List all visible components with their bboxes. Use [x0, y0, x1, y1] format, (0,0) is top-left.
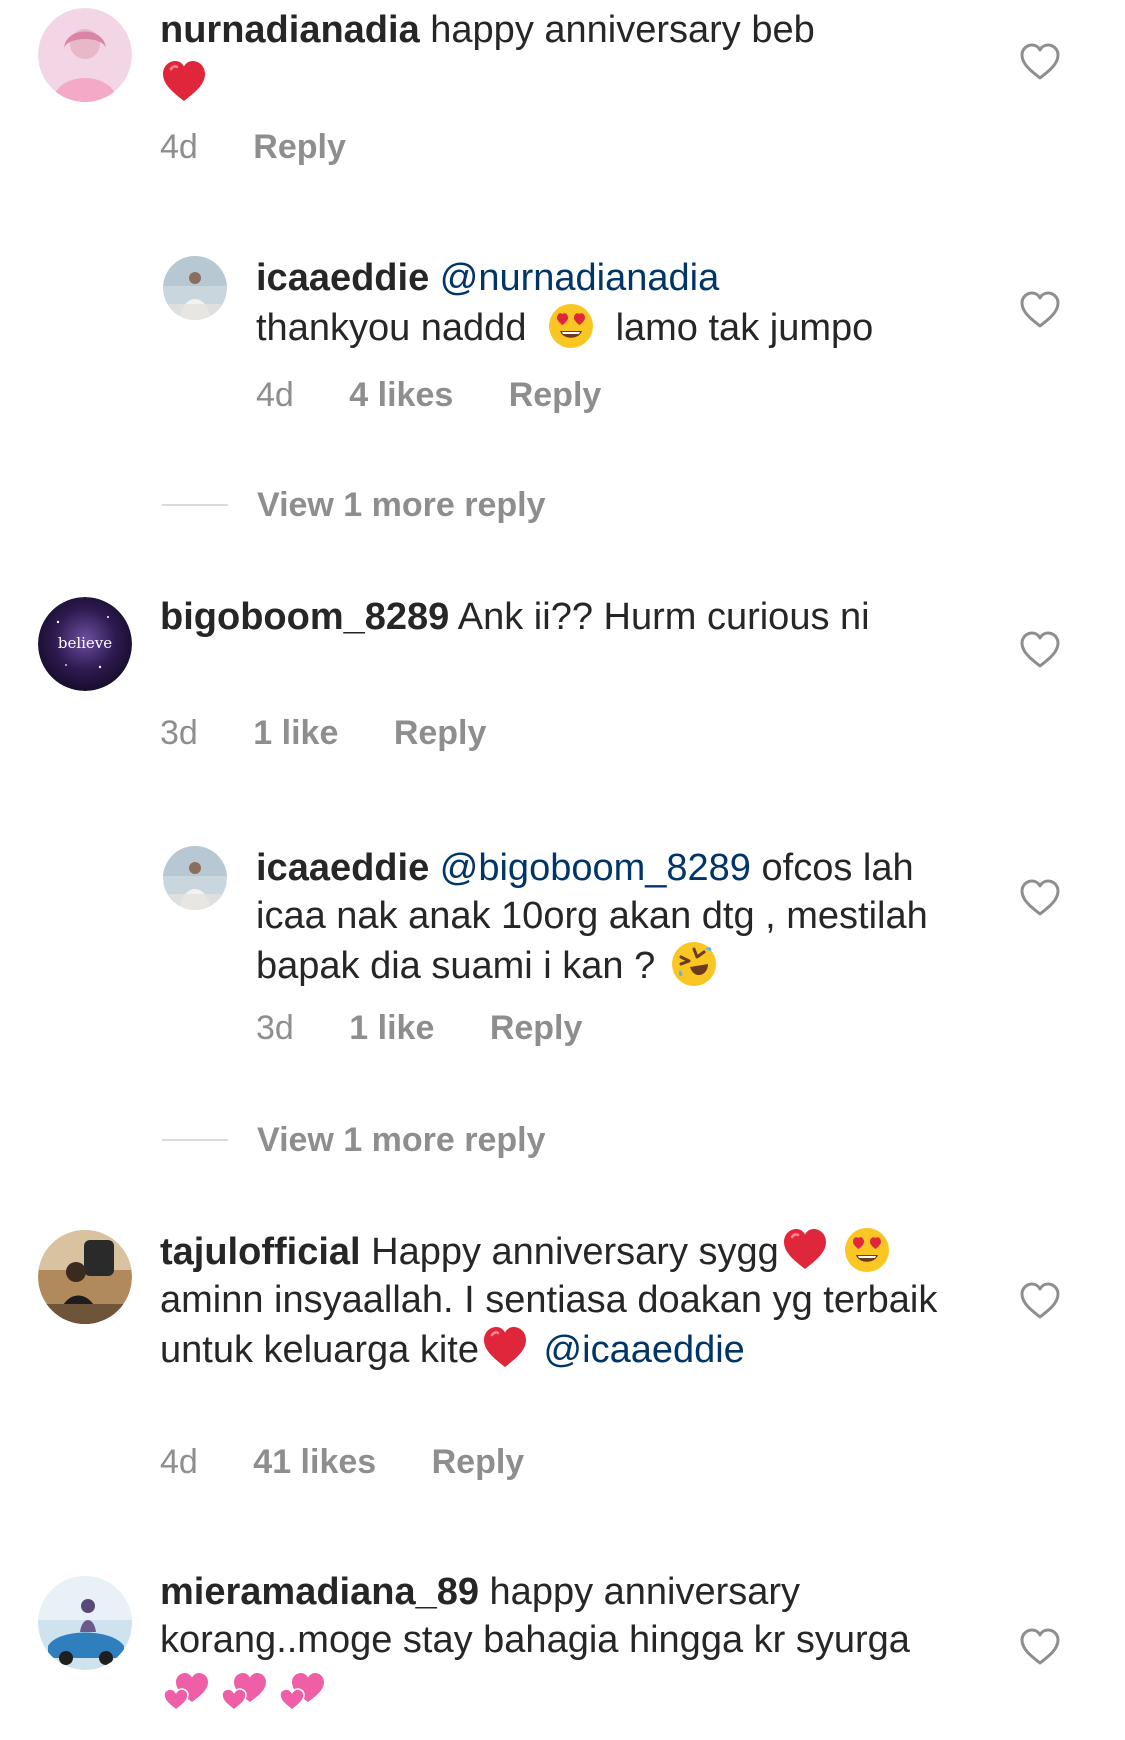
username[interactable]: icaaeddie [256, 257, 429, 299]
red-heart-emoji [781, 1226, 829, 1274]
username[interactable]: mieramadiana_89 [160, 1571, 479, 1613]
comment-meta: 4d Reply [160, 127, 392, 167]
avatar-image [38, 8, 132, 102]
timestamp: 4d [256, 376, 294, 414]
heart-outline-icon[interactable] [1018, 628, 1062, 672]
likes-count[interactable]: 4 likes [349, 376, 453, 414]
comment-bigoboom_8289: believe bigoboom_8289 Ank ii?? Hurm curi… [0, 585, 1125, 765]
heart-outline-icon[interactable] [1018, 1625, 1062, 1669]
avatar-icaaeddie[interactable] [163, 256, 227, 320]
username[interactable]: nurnadianadia [160, 9, 420, 51]
avatar-image [38, 1230, 132, 1324]
comment-body: happy anniversary beb [430, 9, 815, 51]
likes-count[interactable]: 1 like [349, 1009, 434, 1047]
rolling-laughing-emoji [670, 940, 718, 988]
comment-mieramadiana_89: mieramadiana_89 happy anniversary korang… [0, 1565, 1125, 1740]
reply-button[interactable]: Reply [509, 376, 602, 414]
reply-icaaeddie-2: icaaeddie @bigoboom_8289 ofcos lah icaa … [0, 830, 1125, 1060]
heart-eyes-emoji [547, 302, 595, 350]
two-hearts-emoji [278, 1664, 326, 1712]
username[interactable]: bigoboom_8289 [160, 596, 449, 638]
two-hearts-emoji [162, 1664, 210, 1712]
comment-body: Ank ii?? Hurm curious ni [457, 596, 870, 638]
comment-text: bigoboom_8289 Ank ii?? Hurm curious ni [160, 593, 940, 641]
comment-body-part2: lamo tak jumpo [615, 307, 874, 349]
comment-text: icaaeddie @bigoboom_8289 ofcos lah icaa … [256, 844, 956, 990]
reply-button[interactable]: Reply [394, 714, 487, 752]
comment-text: icaaeddie @nurnadianadia thankyou naddd … [256, 254, 996, 352]
mention-link[interactable]: @bigoboom_8289 [440, 847, 751, 889]
comment-body-part1: thankyou naddd [256, 307, 527, 349]
heart-outline-icon[interactable] [1018, 876, 1062, 920]
mention-link[interactable]: @nurnadianadia [440, 257, 719, 299]
red-heart-emoji [481, 1324, 529, 1372]
avatar-image [38, 1576, 132, 1670]
comment-meta: 4d 41 likes Reply [160, 1442, 570, 1482]
heart-outline-icon[interactable] [1018, 40, 1062, 84]
timestamp: 3d [256, 1009, 294, 1047]
red-heart-emoji [160, 58, 208, 106]
divider-line [162, 1139, 228, 1141]
mention-link[interactable]: @icaaeddie [544, 1329, 745, 1371]
heart-outline-icon[interactable] [1018, 288, 1062, 332]
comment-text: tajulofficial Happy anniversary sygg ami… [160, 1226, 950, 1374]
view-more-label: View 1 more reply [257, 1121, 546, 1159]
avatar-mieramadiana_89[interactable] [38, 1576, 132, 1670]
username[interactable]: tajulofficial [160, 1231, 361, 1273]
heart-eyes-emoji [843, 1226, 891, 1274]
comment-text: mieramadiana_89 happy anniversary korang… [160, 1568, 920, 1714]
comment-body-part1: Happy anniversary sygg [371, 1231, 779, 1273]
reply-button[interactable]: Reply [253, 128, 346, 166]
comment-meta: 3d 1 like Reply [160, 713, 532, 753]
heart-outline-icon[interactable] [1018, 1279, 1062, 1323]
username[interactable]: icaaeddie [256, 847, 429, 889]
divider-line [162, 504, 228, 506]
avatar-nurnadianadia[interactable] [38, 8, 132, 102]
comment-nurnadianadia: nurnadianadia happy anniversary beb 4d R… [0, 0, 1125, 180]
reply-button[interactable]: Reply [432, 1443, 525, 1481]
comment-text: nurnadianadia happy anniversary beb [160, 6, 980, 108]
avatar-tajulofficial[interactable] [38, 1230, 132, 1324]
likes-count[interactable]: 41 likes [253, 1443, 376, 1481]
comment-meta: 3d 1 like Reply [256, 1008, 628, 1048]
avatar-image: believe [38, 597, 132, 691]
view-more-label: View 1 more reply [257, 486, 546, 524]
two-hearts-emoji [220, 1664, 268, 1712]
comment-meta: 4d 4 likes Reply [256, 375, 647, 415]
avatar-bigoboom_8289[interactable]: believe [38, 597, 132, 691]
likes-count[interactable]: 1 like [253, 714, 338, 752]
view-more-replies[interactable]: View 1 more reply [162, 483, 662, 527]
avatar-text: believe [58, 634, 112, 652]
avatar-image [163, 256, 227, 320]
comment-tajulofficial: tajulofficial Happy anniversary sygg ami… [0, 1220, 1125, 1490]
avatar-icaaeddie[interactable] [163, 846, 227, 910]
reply-button[interactable]: Reply [490, 1009, 583, 1047]
view-more-replies[interactable]: View 1 more reply [162, 1118, 662, 1162]
avatar-image [163, 846, 227, 910]
timestamp: 4d [160, 1443, 198, 1481]
timestamp: 3d [160, 714, 198, 752]
reply-icaaeddie-1: icaaeddie @nurnadianadia thankyou naddd … [0, 240, 1125, 420]
timestamp: 4d [160, 128, 198, 166]
